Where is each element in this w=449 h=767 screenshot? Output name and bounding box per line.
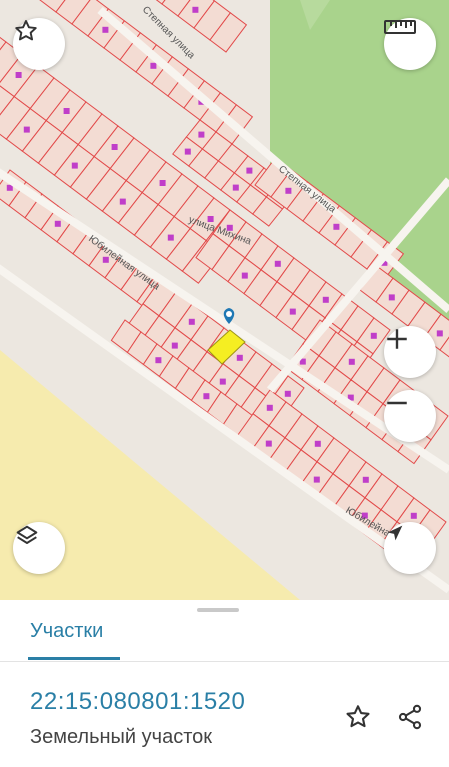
building (119, 198, 126, 205)
share-button[interactable] (395, 702, 425, 732)
locate-button[interactable] (384, 522, 436, 574)
divider (0, 661, 449, 662)
property-type: Земельный участок (30, 726, 213, 748)
zoom-in-button[interactable] (384, 326, 436, 378)
building (313, 476, 320, 483)
building (54, 220, 61, 227)
building (241, 272, 248, 279)
cadastral-map[interactable]: Степная улица Степная улица улица Михина… (0, 0, 449, 600)
building (314, 440, 321, 447)
building (289, 308, 296, 315)
building (63, 108, 70, 114)
building (322, 296, 329, 303)
building (198, 131, 205, 138)
building (167, 234, 174, 241)
ruler-icon (384, 20, 416, 34)
building (388, 294, 395, 301)
building (219, 378, 226, 385)
layers-icon (16, 525, 38, 544)
building (232, 184, 239, 191)
building (203, 393, 210, 400)
building (285, 187, 292, 194)
share-icon (398, 704, 422, 730)
building (159, 180, 166, 186)
building (184, 148, 191, 155)
building (370, 332, 377, 339)
building (71, 162, 78, 169)
building (188, 318, 195, 325)
plus-icon (387, 329, 407, 349)
building (362, 476, 369, 483)
drag-handle[interactable] (197, 608, 239, 612)
building (274, 260, 281, 267)
navigation-arrow-icon (387, 525, 403, 541)
map-view[interactable]: Степная улица Степная улица улица Михина… (0, 0, 449, 600)
cadastral-number[interactable]: 22:15:080801:1520 (30, 688, 245, 716)
building (333, 223, 340, 230)
info-panel: Участки 22:15:080801:1520 Земельный учас… (0, 600, 449, 767)
minus-icon (387, 401, 407, 405)
building (102, 26, 109, 33)
building (266, 404, 273, 411)
building (192, 6, 199, 13)
tab-parcels[interactable]: Участки (30, 620, 103, 643)
star-outline-icon (346, 705, 370, 728)
building (155, 357, 162, 364)
building (111, 144, 118, 150)
building (15, 72, 22, 78)
ruler-button[interactable] (384, 18, 436, 70)
favorite-parcel-button[interactable] (343, 702, 373, 732)
building (410, 512, 417, 519)
building (436, 330, 443, 337)
zoom-out-button[interactable] (384, 390, 436, 442)
building (23, 126, 30, 133)
layers-button[interactable] (13, 522, 65, 574)
building (265, 440, 272, 447)
building (150, 62, 157, 69)
building (236, 354, 243, 361)
favorite-button[interactable] (13, 18, 65, 70)
tab-underline (28, 657, 120, 660)
building (171, 342, 178, 349)
star-icon (15, 20, 37, 41)
building (348, 358, 355, 365)
building (246, 167, 253, 174)
building (284, 390, 291, 397)
